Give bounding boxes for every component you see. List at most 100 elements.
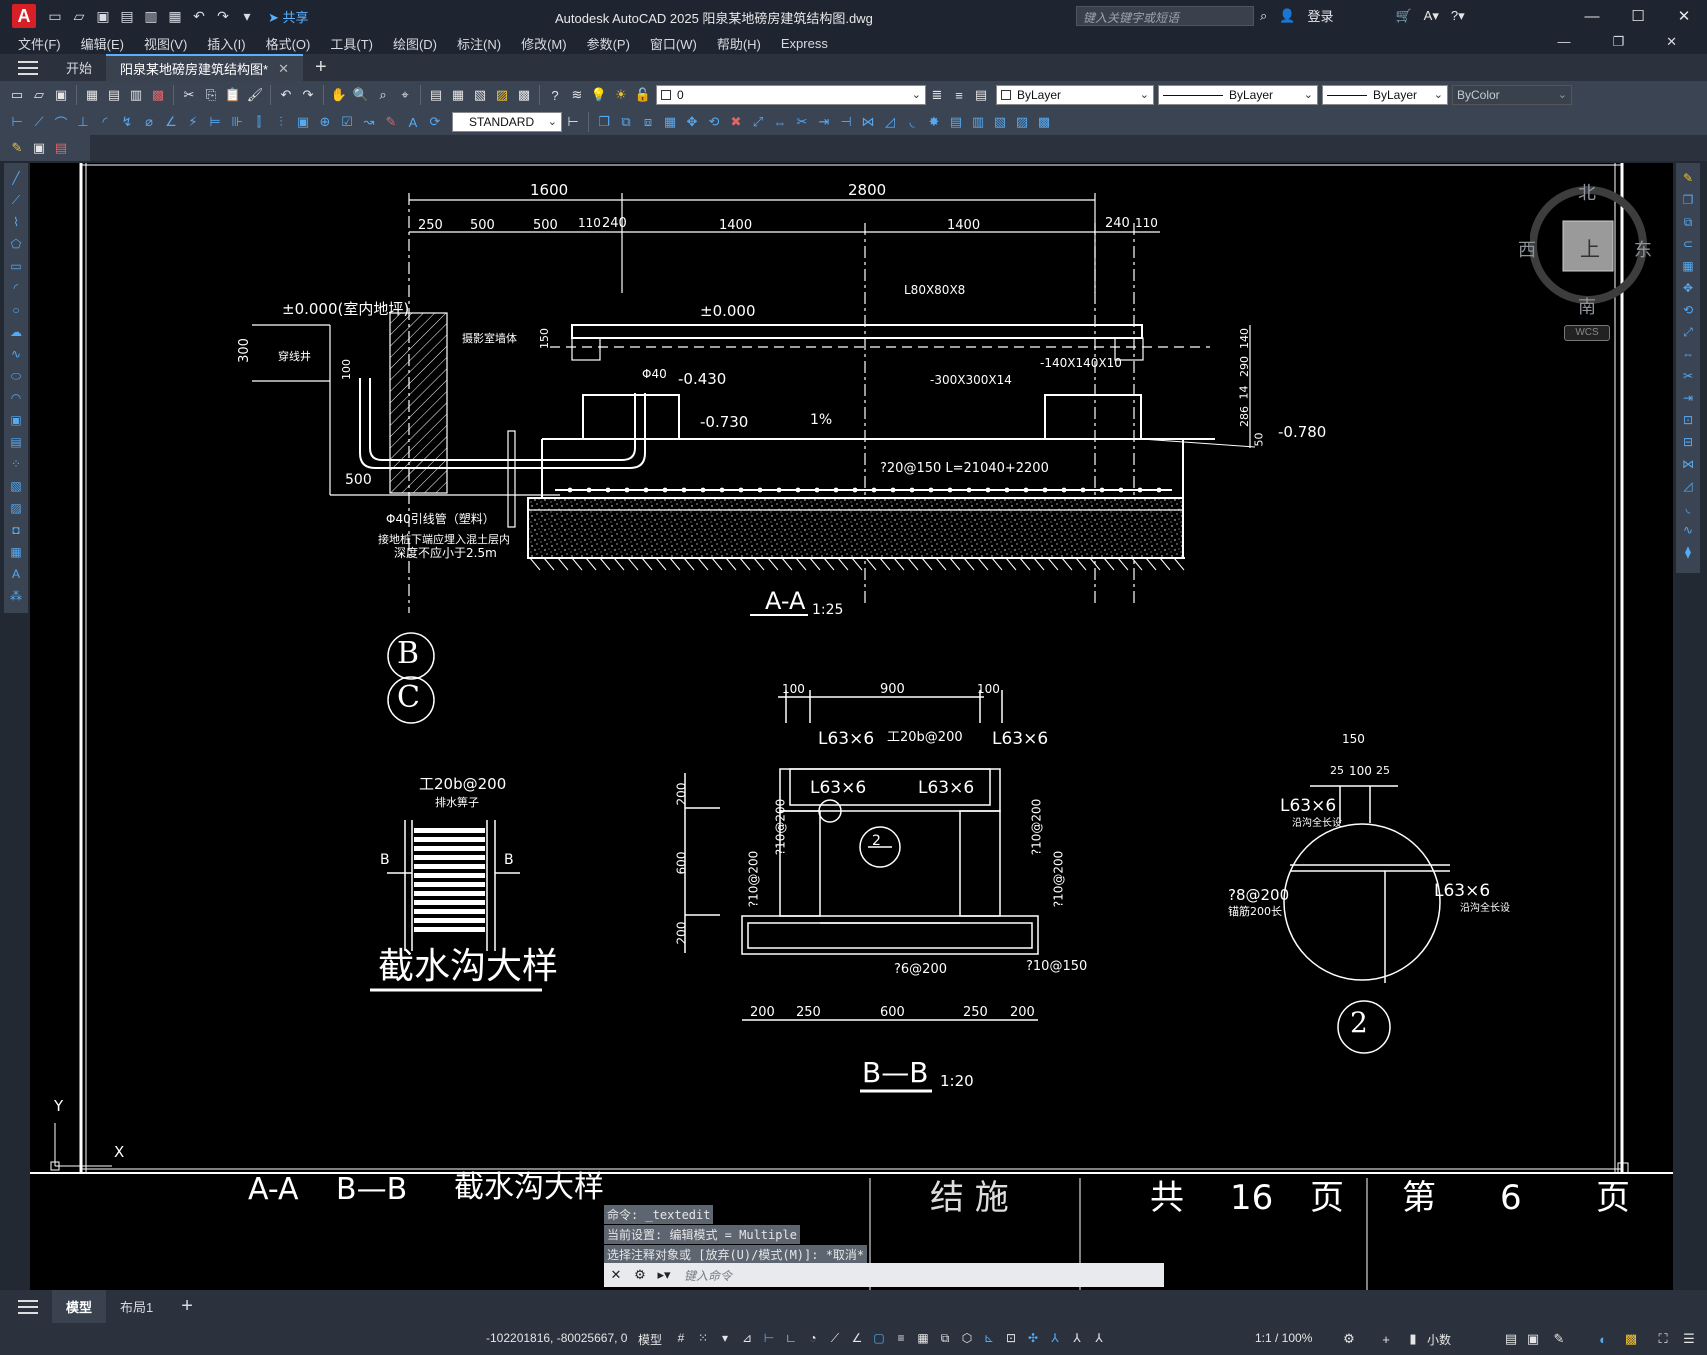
array-icon[interactable]: ▦ [1680,257,1696,275]
cut-icon[interactable]: ✂ [180,86,198,104]
menu-modify[interactable]: 修改(M) [521,34,567,53]
spline-icon[interactable]: ∿ [8,345,24,363]
polyline-icon[interactable]: ⌇ [8,213,24,231]
customize-qat-icon[interactable]: ▾ [238,7,256,25]
recent-commands-icon[interactable]: ▸▾ [652,1267,676,1283]
add-selected-icon[interactable]: ⁂ [8,587,24,605]
minimize-icon[interactable]: — [1569,0,1615,32]
hatch-icon[interactable]: ▧ [8,477,24,495]
command-customize-icon[interactable]: ⚙ [628,1267,652,1283]
units-dropdown[interactable]: 小数 [1427,1331,1451,1348]
dim-space-icon[interactable]: ⫿ [250,113,268,131]
menu-file[interactable]: 文件(F) [18,34,61,53]
chamfer-icon[interactable]: ◿ [1680,477,1696,495]
ordinate-dim-icon[interactable]: ⊥ [74,113,92,131]
lock-ui-icon[interactable]: ▣ [1524,1330,1542,1348]
mirror-icon[interactable]: ⧉ [1680,213,1696,231]
auto-scale-icon[interactable]: ⅄ [1068,1329,1086,1347]
compass-south[interactable]: 南 [1578,293,1596,319]
layer-previous-icon[interactable]: ≡ [950,86,968,104]
zoom-previous-icon[interactable]: ⌖ [396,86,414,104]
copy-object-icon[interactable]: ❐ [595,113,613,131]
paste-icon[interactable]: 📋 [224,86,242,104]
layer-properties-icon[interactable]: ≋ [568,86,586,104]
design-center-icon[interactable]: ▦ [449,86,467,104]
color-dropdown[interactable]: ByLayer ⌄ [996,85,1154,105]
draworder-icon[interactable]: ▤ [947,113,965,131]
maximize-icon[interactable]: ☐ [1615,0,1661,32]
trim-icon[interactable]: ✂ [793,113,811,131]
annotation-scale-icon[interactable]: ⅄ [1090,1329,1108,1347]
tool-palettes-icon[interactable]: ▧ [471,86,489,104]
dim-update-icon[interactable]: ⟳ [426,113,444,131]
login-button[interactable]: 登录 [1307,6,1333,25]
viewcube[interactable]: 北 南 西 东 上 WCS [1518,183,1660,341]
move-icon[interactable]: ✥ [683,113,701,131]
layer-lock-icon[interactable]: 🔓 [634,86,652,104]
text-style-dropdown[interactable]: STANDARD ⌄ [452,112,562,132]
graphics-performance-icon[interactable]: ◐ [1594,1330,1612,1348]
rotate-icon[interactable]: ⟲ [1680,301,1696,319]
match-properties-icon[interactable]: 🖌 [246,86,264,104]
snap-dropdown-icon[interactable]: ▾ [716,1329,734,1347]
jogged-linear-icon[interactable]: ↝ [360,113,378,131]
menu-insert[interactable]: 插入(I) [207,34,245,53]
tab-model[interactable]: 模型 [52,1290,107,1323]
angular-dim-icon[interactable]: ∠ [162,113,180,131]
workspace-gear-icon[interactable]: ⚙ [1340,1330,1358,1348]
undo-icon[interactable]: ↶ [190,7,208,25]
dim-edit-icon[interactable]: ✎ [382,113,400,131]
cart-icon[interactable]: 🛒 [1395,8,1411,24]
search-input[interactable]: 键入关键字或短语 [1076,6,1254,26]
erase-icon[interactable]: ✖ [727,113,745,131]
lineweight-dropdown[interactable]: ByLayer ⌄ [1322,85,1448,105]
save-as-icon[interactable]: ▤ [118,7,136,25]
save-icon[interactable]: ▣ [94,7,112,25]
jogged-dim-icon[interactable]: ↯ [118,113,136,131]
continue-dim-icon[interactable]: ⊪ [228,113,246,131]
doc-close-icon[interactable]: ✕ [1666,34,1677,50]
plot-preview-icon[interactable]: ▤ [105,86,123,104]
diameter-dim-icon[interactable]: ⌀ [140,113,158,131]
layer-dropdown[interactable]: 0 ⌄ [656,85,926,105]
dynamic-input-icon[interactable]: ⊢ [760,1329,778,1347]
menu-view[interactable]: 视图(V) [144,34,187,53]
table-icon[interactable]: ▦ [8,543,24,561]
join-icon[interactable]: ⋈ [1680,455,1696,473]
arc-length-icon[interactable]: ⌒ [52,113,70,131]
center-mark-icon[interactable]: ⊕ [316,113,334,131]
menu-express[interactable]: Express [781,36,828,51]
break-icon[interactable]: ⊣ [837,113,855,131]
new-tab-button[interactable]: + [315,56,327,79]
help-icon[interactable]: ?▾ [1451,8,1465,24]
fillet-icon[interactable]: ◟ [903,113,921,131]
chamfer-icon[interactable]: ◿ [881,113,899,131]
line-icon[interactable]: ╱ [8,169,24,187]
command-line[interactable]: ✕ ⚙ ▸▾ 键入命令 [604,1263,1164,1287]
break-at-point-icon[interactable]: ⊡ [1680,411,1696,429]
undo-icon[interactable]: ↶ [277,86,295,104]
ellipse-arc-icon[interactable]: ◠ [8,389,24,407]
open-icon[interactable]: ▱ [30,86,48,104]
dim-break-icon[interactable]: ⫶ [272,113,290,131]
command-close-icon[interactable]: ✕ [604,1267,628,1283]
make-current-layer-icon[interactable]: ≣ [928,86,946,104]
doc-minimize-icon[interactable]: — [1557,34,1570,50]
3d-osnap-icon[interactable]: ⬡ [958,1329,976,1347]
polygon-icon[interactable]: ⬠ [8,235,24,253]
rotate-icon[interactable]: ⟲ [705,113,723,131]
annotation-visibility-icon[interactable]: ⅄ [1046,1329,1064,1347]
zoom-window-icon[interactable]: ⌕ [374,86,392,104]
layer-freeze-icon[interactable]: ☀ [612,86,630,104]
circle-icon[interactable]: ○ [8,301,24,319]
quick-dim-icon[interactable]: ⚡ [184,113,202,131]
gizmo-icon[interactable]: ✣ [1024,1329,1042,1347]
wcs-menu[interactable]: WCS [1564,325,1610,341]
object-snap-icon[interactable]: ▢ [870,1329,888,1347]
arc-icon[interactable]: ◜ [8,279,24,297]
tab-close-icon[interactable]: ✕ [278,61,289,77]
share-button[interactable]: ➤ 共享 [268,7,309,26]
properties-icon[interactable]: ▤ [427,86,445,104]
offset-icon[interactable]: ⊂ [1680,235,1696,253]
selection-cycling-icon[interactable]: ⧉ [936,1329,954,1347]
